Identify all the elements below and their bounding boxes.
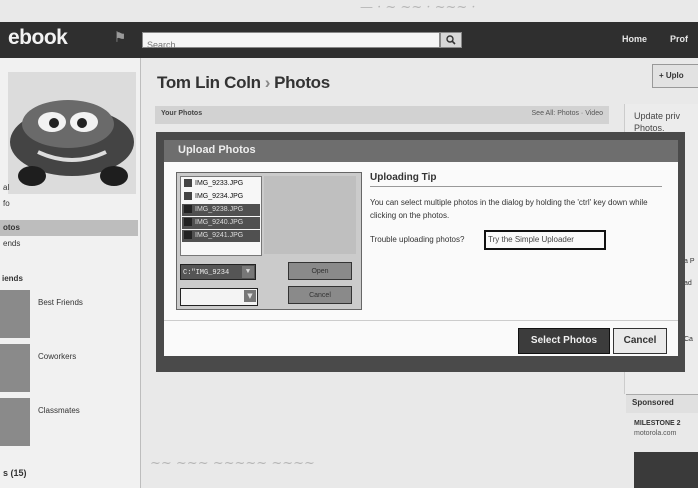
- friend-list-coworkers[interactable]: Coworkers: [38, 352, 76, 361]
- file-name-value: C:"IMG_9234: [183, 269, 230, 277]
- file-dialog-panel: [264, 176, 356, 254]
- friend-list-classmates[interactable]: Classmates: [38, 406, 80, 415]
- file-type-select[interactable]: ▼: [180, 288, 258, 306]
- sidebar-item-friends[interactable]: ends: [0, 236, 138, 252]
- nav-profile-link[interactable]: Prof: [670, 34, 688, 44]
- file-name: IMG_9241.JPG: [195, 232, 244, 239]
- friends-heading: iends: [2, 274, 23, 283]
- friend-list-best-friends[interactable]: Best Friends: [38, 298, 83, 307]
- update-privacy-link[interactable]: Update priv Photos.: [634, 110, 680, 134]
- your-photos-bar: Your Photos See All: Photos · Video: [155, 106, 609, 124]
- ad-title[interactable]: MILESTONE 2: [634, 420, 681, 427]
- image-file-icon: [184, 192, 192, 201]
- dialog-cancel-button[interactable]: Cancel: [288, 286, 352, 304]
- friend-list-thumbnail[interactable]: [0, 290, 30, 338]
- file-name-input[interactable]: C:"IMG_9234 ▼: [180, 264, 256, 280]
- profile-picture[interactable]: [8, 72, 136, 194]
- file-row[interactable]: IMG_9233.JPG: [182, 178, 260, 190]
- page-title: Tom Lin Coln › Photos: [157, 73, 330, 93]
- nav-home-link[interactable]: Home: [622, 34, 647, 44]
- file-name: IMG_9233.JPG: [195, 180, 244, 187]
- modal-title: Upload Photos: [178, 144, 256, 156]
- cancel-button[interactable]: Cancel: [613, 328, 667, 354]
- page: — · ~ ~~ · ~~~ · ~~ ~~~ ~~~~~ ~~~~ ebook…: [0, 0, 698, 488]
- friend-list-thumbnail[interactable]: [0, 344, 30, 392]
- file-name: IMG_9234.JPG: [195, 193, 244, 200]
- bleed-text: ~~ ~~~ ~~~~~ ~~~~: [150, 456, 315, 471]
- file-row-selected[interactable]: IMG_9241.JPG: [182, 230, 260, 242]
- section-title: Photos: [274, 73, 330, 92]
- left-sidebar: al fo otos ends iends Best Friends Cowor…: [0, 58, 141, 488]
- upload-photos-button[interactable]: + Uplo: [652, 64, 698, 88]
- side-fragment: ad: [684, 280, 692, 287]
- file-row-selected[interactable]: IMG_9240.JPG: [182, 217, 260, 229]
- image-file-icon: [184, 179, 192, 188]
- divider: [164, 320, 678, 321]
- bleed-text: — · ~ ~~ · ~~~ ·: [360, 0, 476, 15]
- search-input[interactable]: [143, 38, 436, 52]
- chevron-down-icon[interactable]: ▼: [242, 266, 254, 278]
- friend-list-thumbnail[interactable]: [0, 398, 30, 446]
- trouble-uploading-text: Trouble uploading photos?: [370, 235, 465, 244]
- ad-image[interactable]: [634, 452, 698, 488]
- sidebar-item-wall[interactable]: al: [0, 180, 138, 196]
- sidebar-item-info[interactable]: fo: [0, 196, 138, 212]
- file-row[interactable]: IMG_9234.JPG: [182, 191, 260, 203]
- select-photos-button[interactable]: Select Photos: [518, 328, 610, 354]
- sidebar-item-photos[interactable]: otos: [0, 220, 138, 236]
- search-icon: [446, 35, 456, 45]
- update-privacy-line-1: Update priv: [634, 111, 681, 121]
- sponsored-heading: Sponsored: [632, 398, 674, 407]
- side-fragment: a P: [684, 258, 695, 265]
- car-avatar-image: [8, 72, 136, 194]
- file-row-selected[interactable]: IMG_9238.JPG: [182, 204, 260, 216]
- photos-count[interactable]: s (15): [3, 468, 27, 478]
- ad-url[interactable]: motorola.com: [634, 430, 676, 437]
- facebook-logo[interactable]: ebook: [8, 26, 68, 50]
- file-name: IMG_9240.JPG: [195, 219, 244, 226]
- image-file-icon: [184, 231, 192, 240]
- search-button[interactable]: [440, 32, 462, 48]
- search-box[interactable]: [142, 32, 440, 52]
- file-list[interactable]: IMG_9233.JPG IMG_9234.JPG IMG_9238.JPG I…: [180, 176, 262, 256]
- image-file-icon: [184, 205, 192, 214]
- modal-header: Upload Photos: [164, 140, 678, 162]
- top-bar: ebook ⚑ Home Prof: [0, 22, 698, 58]
- breadcrumb-separator-icon: ›: [264, 73, 271, 92]
- side-fragment: Ca: [684, 336, 693, 343]
- your-photos-heading: Your Photos: [161, 110, 203, 117]
- profile-name-link[interactable]: Tom Lin Coln: [157, 73, 261, 92]
- image-file-icon: [184, 218, 192, 227]
- divider: [370, 186, 662, 187]
- dialog-open-button[interactable]: Open: [288, 262, 352, 280]
- see-all-link[interactable]: See All: Photos · Video: [532, 110, 603, 117]
- uploading-tip-heading: Uploading Tip: [370, 172, 437, 183]
- file-name: IMG_9238.JPG: [195, 206, 244, 213]
- chevron-down-icon[interactable]: ▼: [244, 290, 256, 302]
- simple-uploader-link[interactable]: Try the Simple Uploader: [484, 230, 606, 250]
- notifications-icon[interactable]: ⚑: [110, 28, 130, 48]
- uploading-tip-text: You can select multiple photos in the di…: [370, 198, 648, 220]
